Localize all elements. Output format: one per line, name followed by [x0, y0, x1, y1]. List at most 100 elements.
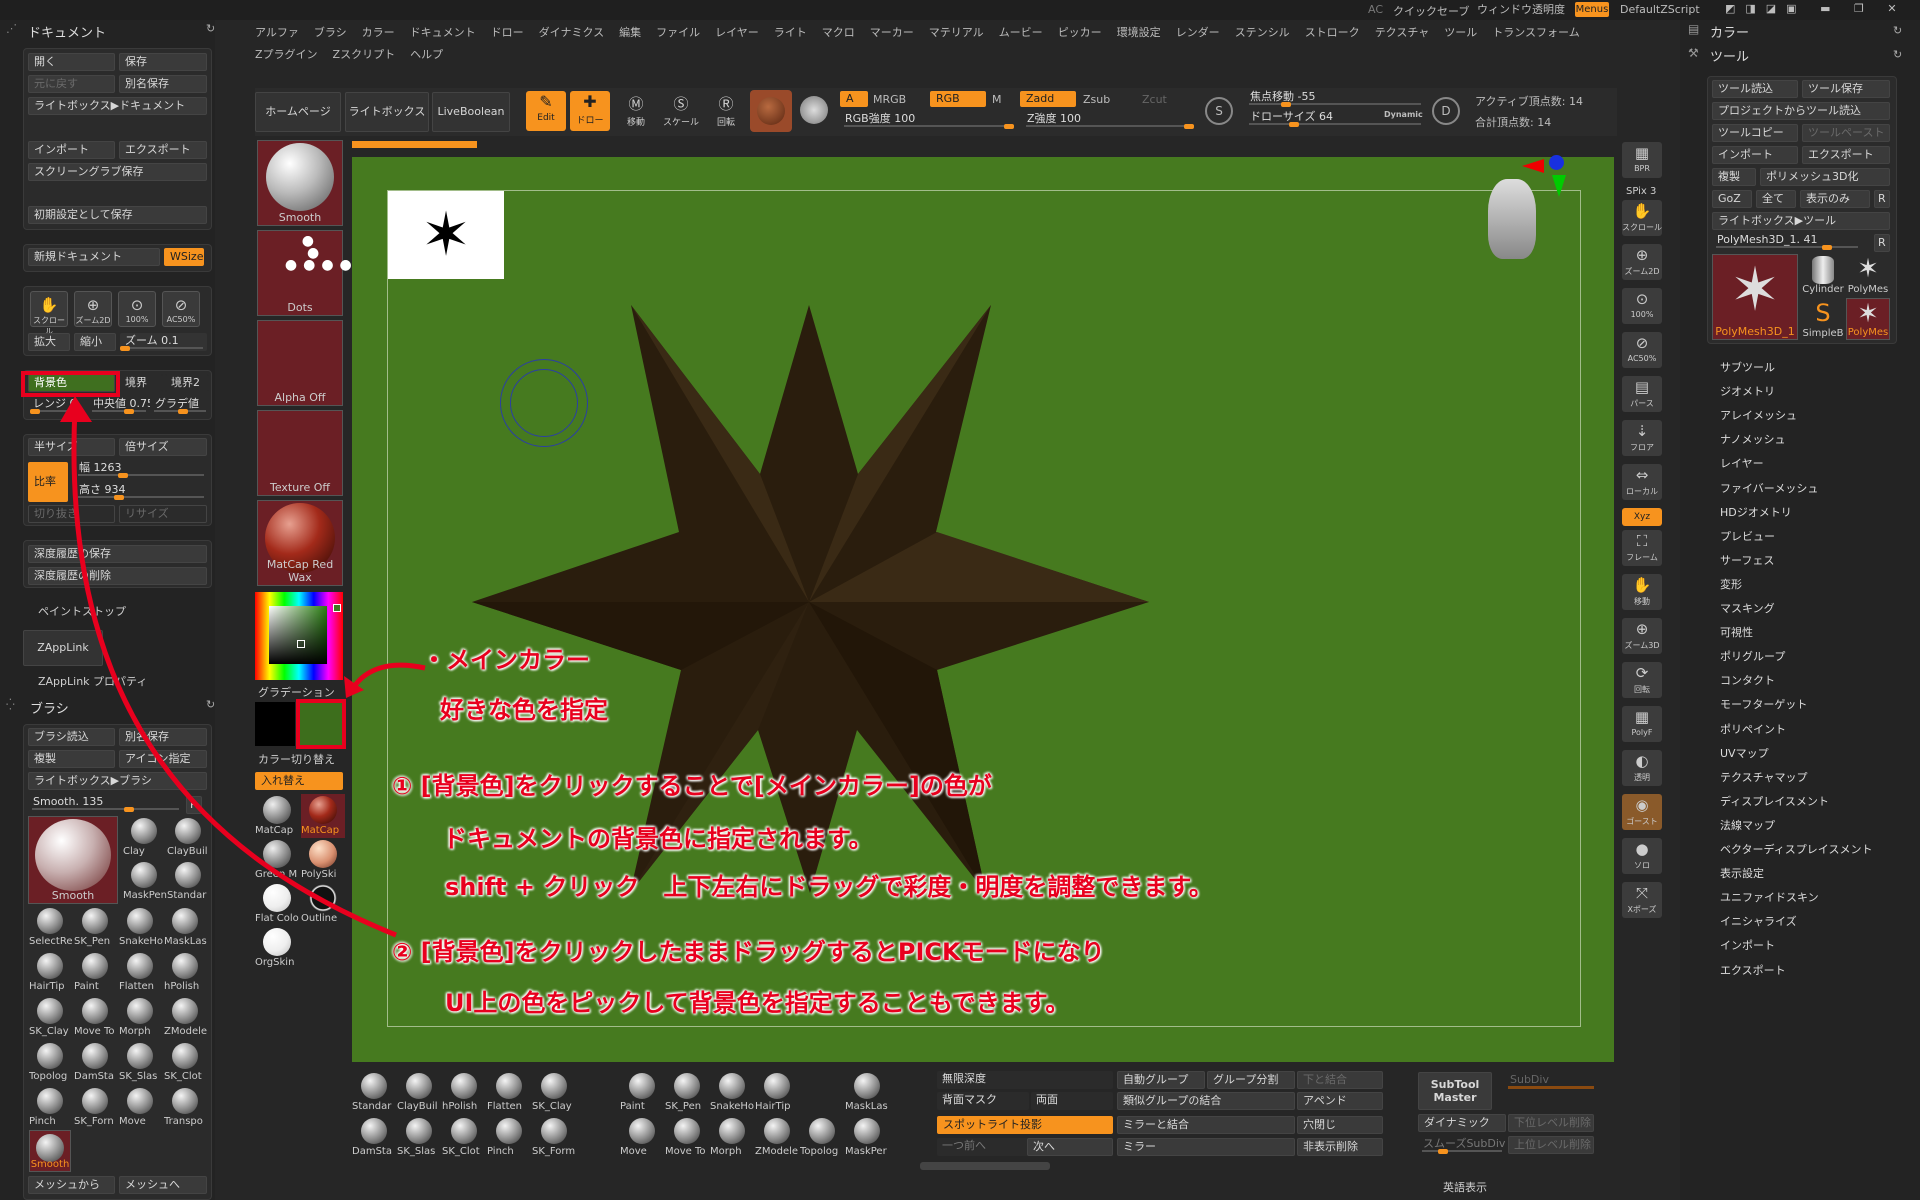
tool-submenu-item[interactable]: UVマップ: [1720, 745, 1769, 761]
from-mesh-button[interactable]: メッシュから: [28, 1176, 115, 1194]
goz-visible-button[interactable]: 表示のみ: [1800, 190, 1870, 208]
brush-refresh-icon[interactable]: ↻: [206, 698, 215, 711]
open-button[interactable]: 開く: [28, 53, 115, 71]
tool-submenu-item[interactable]: テクスチャマップ: [1720, 769, 1808, 785]
right-tool-button[interactable]: ⊘ AC50%: [1622, 332, 1662, 368]
brush-thumb[interactable]: Clay: [122, 816, 166, 860]
shelf-brush[interactable]: MaskLas: [845, 1071, 889, 1115]
mirror-button[interactable]: ミラー: [1117, 1138, 1295, 1156]
brush-thumb[interactable]: DamSta: [73, 1041, 117, 1085]
brush-thumb[interactable]: Flatten: [118, 951, 162, 995]
menu-item[interactable]: ファイル: [656, 24, 700, 40]
right-tool-button[interactable]: ▦ PolyF: [1622, 706, 1662, 742]
menu-item[interactable]: マテリアル: [929, 24, 984, 40]
height-slider[interactable]: 高さ 934: [74, 482, 208, 500]
tool-submenu-item[interactable]: イニシャライズ: [1720, 913, 1797, 929]
shelf-brush[interactable]: MaskPer: [845, 1116, 889, 1160]
dynamic-button[interactable]: ダイナミック: [1418, 1114, 1506, 1132]
menus-button[interactable]: Menus: [1575, 2, 1609, 17]
delete-higher-button[interactable]: 上位レベル削除: [1508, 1136, 1594, 1154]
menu-item[interactable]: Zプラグイン: [255, 46, 318, 62]
border2-button[interactable]: 境界2: [165, 374, 209, 392]
a-toggle[interactable]: A: [840, 91, 868, 107]
append-button[interactable]: アペンド: [1297, 1092, 1383, 1110]
zoom-slider[interactable]: ズーム 0.1: [120, 333, 207, 351]
group-split-button[interactable]: グループ分割: [1207, 1071, 1295, 1089]
bottom-brush-thumb[interactable]: Smooth: [29, 1130, 71, 1172]
smooth-slider[interactable]: Smooth. 135: [28, 794, 183, 812]
brush-thumb[interactable]: Move: [118, 1086, 162, 1130]
brush-load-button[interactable]: ブラシ読込: [28, 728, 115, 746]
tool-thumb-cylinder[interactable]: Cylinder: [1802, 254, 1844, 296]
brush-thumb[interactable]: Move To: [73, 996, 117, 1040]
tool-import-button[interactable]: インポート: [1712, 146, 1798, 164]
home-button[interactable]: ホームページ: [255, 92, 341, 132]
brush-thumb[interactable]: Morph: [118, 996, 162, 1040]
m-toggle[interactable]: M: [992, 93, 1002, 106]
shelf-brush[interactable]: SK_Clay: [532, 1071, 576, 1115]
half-size-button[interactable]: ⊘ AC50%: [162, 291, 200, 327]
brush-reset-button[interactable]: R: [186, 796, 202, 814]
tool-submenu-item[interactable]: レイヤー: [1720, 455, 1764, 471]
symmetry-s-icon[interactable]: S: [1205, 97, 1233, 125]
quicksave-button[interactable]: クイックセーブ: [1393, 3, 1469, 19]
brush-thumb[interactable]: SK_Slas: [118, 1041, 162, 1085]
tool-submenu-item[interactable]: ユニファイドスキン: [1720, 889, 1819, 905]
center-slider[interactable]: 中央値 0.75: [88, 396, 150, 414]
brush-thumb[interactable]: SK_Pen: [73, 906, 117, 950]
paintstop-label[interactable]: ペイントストップ: [38, 603, 126, 619]
right-tool-button[interactable]: ⤧ Xポーズ: [1622, 882, 1662, 918]
material-thumb[interactable]: Flat Colo: [255, 882, 299, 926]
menu-item[interactable]: ライト: [774, 24, 807, 40]
shelf-brush[interactable]: Topolog: [800, 1116, 844, 1160]
brush-thumb[interactable]: SelectRe: [28, 906, 73, 950]
spotlight-button[interactable]: スポットライト投影: [937, 1116, 1113, 1134]
tool-lightbox-button[interactable]: ライトボックス▶ツール: [1712, 212, 1890, 230]
to-mesh-button[interactable]: メッシュへ: [119, 1176, 207, 1194]
smooth-subdiv-slider[interactable]: スムーズSubDiv: [1418, 1136, 1506, 1154]
shelf-brush[interactable]: Pinch: [487, 1116, 531, 1160]
focal-shift-slider[interactable]: 焦点移動 -55: [1245, 89, 1425, 107]
goz-r-button[interactable]: R: [1874, 190, 1890, 208]
save-button[interactable]: 保存: [119, 53, 207, 71]
document-collapse-icon[interactable]: ⋰: [6, 22, 17, 35]
brush-collapse-icon[interactable]: ⁛: [6, 698, 15, 711]
tool-submenu-item[interactable]: インポート: [1720, 937, 1775, 953]
menu-item[interactable]: トランスフォーム: [1492, 24, 1579, 40]
gradation-label[interactable]: グラデーション: [258, 684, 335, 700]
document-title[interactable]: ドキュメント: [28, 22, 106, 41]
tool-submenu-item[interactable]: ファイバーメッシュ: [1720, 480, 1818, 496]
dynamic-toggle[interactable]: Dynamic: [1384, 110, 1423, 119]
tool-export-button[interactable]: エクスポート: [1802, 146, 1890, 164]
tool-clone-button[interactable]: 複製: [1712, 168, 1756, 186]
mirror-merge-button[interactable]: ミラーと結合: [1117, 1116, 1295, 1134]
resize-button[interactable]: リサイズ: [119, 505, 207, 523]
menu-item[interactable]: ブラシ: [314, 24, 347, 40]
wsize-button[interactable]: WSize: [164, 248, 204, 266]
next-button[interactable]: 次へ: [1027, 1138, 1113, 1156]
menu-item[interactable]: レイヤー: [715, 24, 759, 40]
shelf-brush[interactable]: SK_Form: [532, 1116, 576, 1160]
right-tool-button[interactable]: Xyz: [1622, 508, 1662, 526]
menu-item[interactable]: ストローク: [1305, 24, 1360, 40]
menu-item[interactable]: ドロー: [491, 24, 524, 40]
brush-lightbox-button[interactable]: ライトボックス▶ブラシ: [28, 772, 207, 790]
menu-item[interactable]: ヘルプ: [410, 46, 443, 62]
brush-thumb[interactable]: Transpo: [163, 1086, 207, 1130]
zsub-toggle[interactable]: Zsub: [1083, 93, 1110, 106]
menu-item[interactable]: レンダー: [1176, 24, 1220, 40]
shelf-brush[interactable]: Morph: [710, 1116, 754, 1160]
material-thumb[interactable]: MatCap: [255, 794, 299, 838]
crop-button[interactable]: 切り抜き: [28, 505, 115, 523]
right-tool-button[interactable]: ✋ 移動: [1622, 574, 1662, 610]
tool-save-button[interactable]: ツール保存: [1802, 80, 1890, 98]
menu-item[interactable]: 環境設定: [1117, 24, 1161, 40]
menu-item[interactable]: ツール: [1444, 24, 1477, 40]
lightbox-button[interactable]: ライトボックス: [345, 92, 429, 132]
menu-item[interactable]: ピッカー: [1058, 24, 1102, 40]
goz-all-button[interactable]: 全て: [1756, 190, 1796, 208]
menu-item[interactable]: ドキュメント: [410, 24, 476, 40]
infinite-depth-toggle[interactable]: 無限深度: [937, 1071, 1113, 1089]
shelf-brush[interactable]: Move: [620, 1116, 664, 1160]
back-mask-toggle[interactable]: 背面マスク: [937, 1092, 1029, 1110]
